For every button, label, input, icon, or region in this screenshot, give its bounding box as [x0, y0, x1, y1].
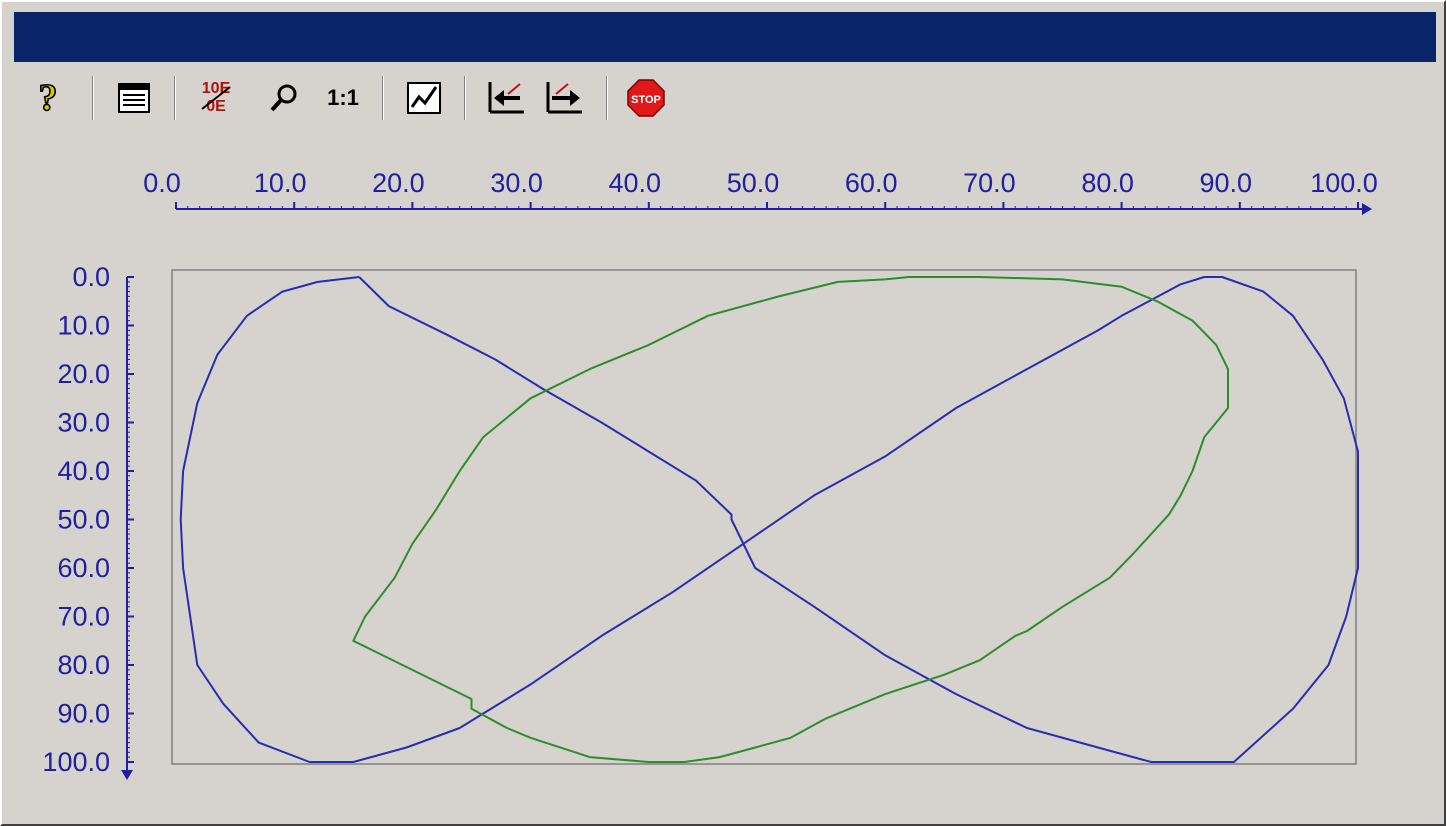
- chart: 0.0 10.0 20.0 30.0 40.0 50.0 60.0 70.0 80.0 90.0 1…: [42, 168, 1378, 780]
- x-tick-label: 80.0: [1081, 168, 1134, 198]
- x-tick-label: 70.0: [963, 168, 1016, 198]
- x-tick-label: 30.0: [490, 168, 543, 198]
- y-tick-label: 100.0: [42, 747, 110, 777]
- x-tick-label: 0.0: [143, 168, 181, 198]
- y-axis-arrow: [121, 770, 133, 780]
- y-tick-label: 30.0: [57, 408, 110, 438]
- y-tick-label: 70.0: [57, 602, 110, 632]
- x-tick-label: 20.0: [372, 168, 425, 198]
- y-tick-label: 60.0: [57, 553, 110, 583]
- x-tick-label: 50.0: [727, 168, 780, 198]
- y-tick-label: 50.0: [57, 505, 110, 535]
- x-tick-label: 100.0: [1310, 168, 1378, 198]
- y-tick-label: 10.0: [57, 311, 110, 341]
- x-tick-label: 40.0: [609, 168, 662, 198]
- trend-window: ? 10E 0E 1:1 STOP 0.0 10.0 20.0 30.0 40.…: [0, 0, 1446, 826]
- x-axis: 0.0 10.0 20.0 30.0 40.0 50.0 60.0 70.0 80.0 90.0 1…: [143, 168, 1378, 215]
- x-tick-label: 10.0: [254, 168, 307, 198]
- x-tick-label: 60.0: [845, 168, 898, 198]
- y-tick-label: 40.0: [57, 456, 110, 486]
- y-tick-label: 90.0: [57, 699, 110, 729]
- y-tick-label: 80.0: [57, 650, 110, 680]
- y-tick-label: 20.0: [57, 359, 110, 389]
- y-tick-label: 0.0: [72, 262, 110, 292]
- y-axis: 0.0 10.0 20.0 30.0 40.0 50.0 60.0 70.0 80.0 90.0 1…: [42, 262, 134, 780]
- plot-area: [171, 269, 1357, 765]
- x-axis-arrow: [1362, 203, 1372, 215]
- x-tick-label: 90.0: [1200, 168, 1253, 198]
